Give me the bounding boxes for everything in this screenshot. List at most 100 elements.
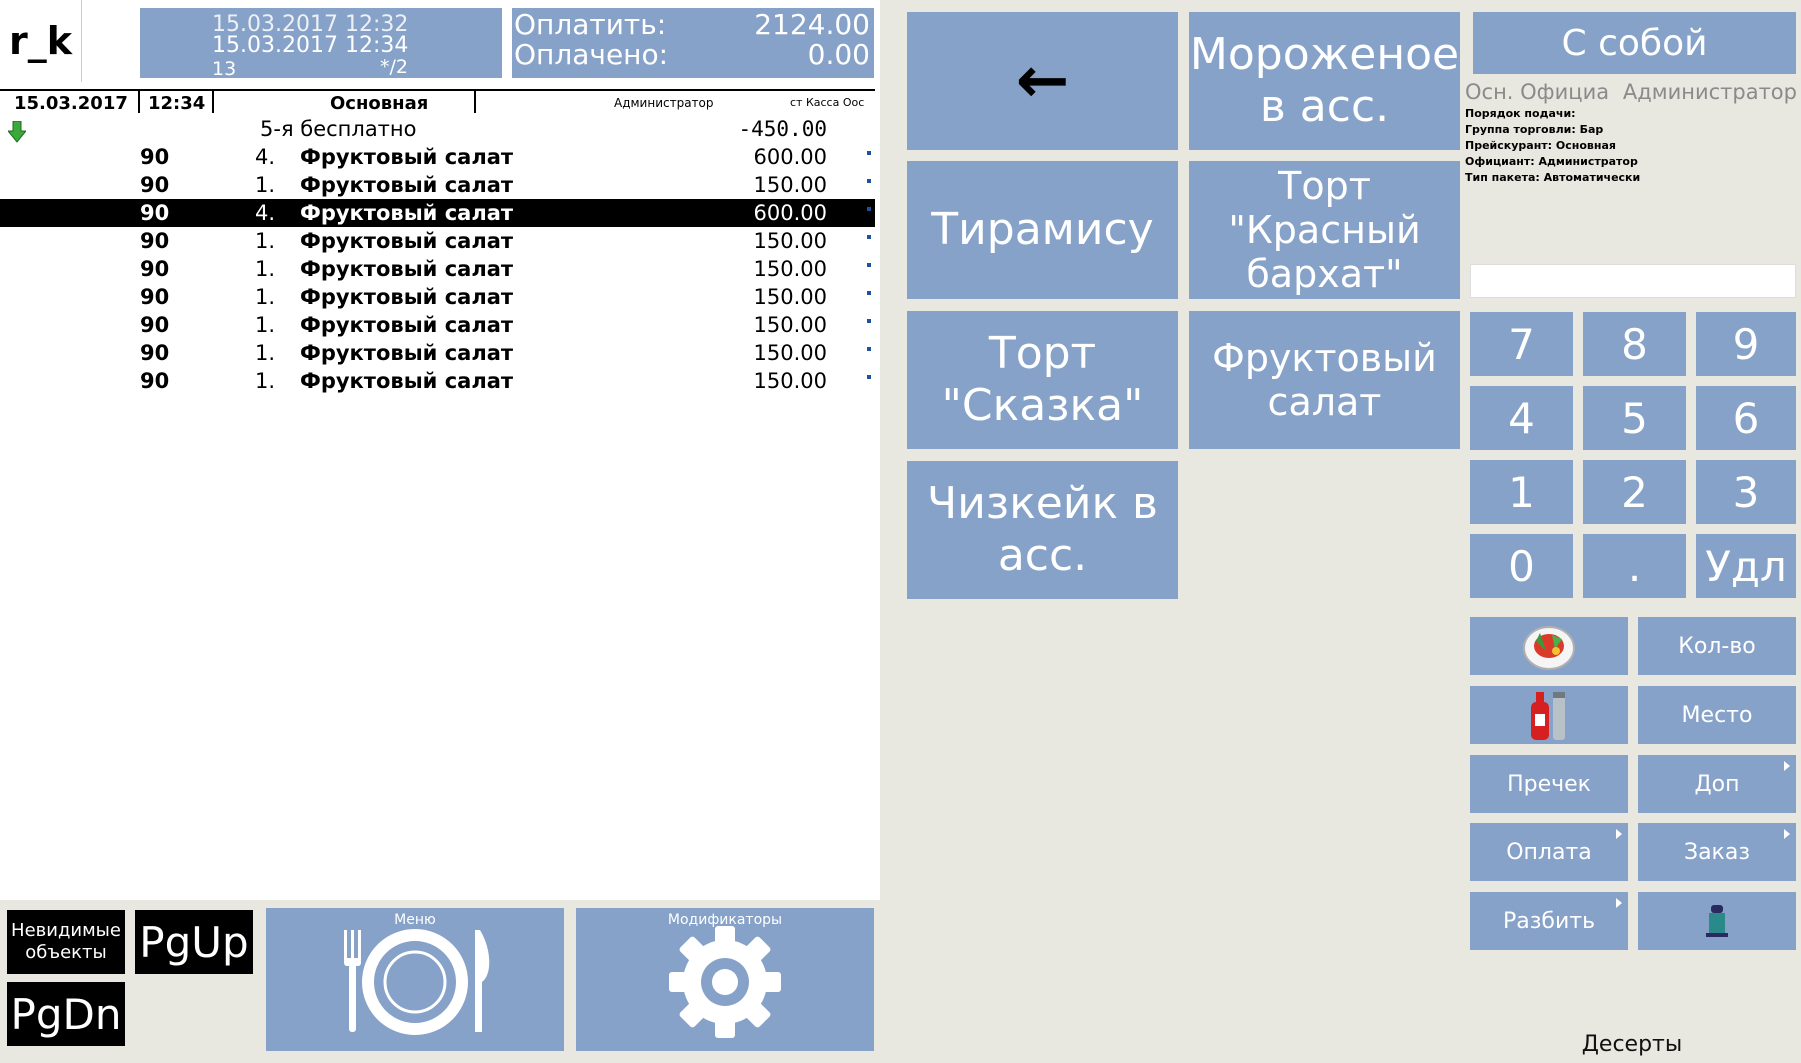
price-list-name: Основная	[330, 93, 429, 114]
discount-row[interactable]: 5-я бесплатно -450.00	[0, 115, 875, 143]
dish-cheesecake-button[interactable]: Чизкейк в асс.	[907, 461, 1178, 599]
order-item-row[interactable]: 90 4. Фруктовый салат 600.00	[0, 199, 875, 227]
order-item-qty: 1.	[255, 229, 276, 253]
order-item-name: Фруктовый салат	[300, 229, 514, 253]
order-item-row[interactable]: 90 1. Фруктовый салат 150.00	[0, 339, 875, 367]
order-item-name: Фруктовый салат	[300, 257, 514, 281]
row-marker-icon	[867, 207, 871, 211]
key-9-button[interactable]: 9	[1696, 312, 1796, 376]
ketchup-bottle-icon	[1531, 692, 1565, 740]
numeric-entry-field[interactable]	[1470, 264, 1796, 298]
order-item-price: 150.00	[753, 313, 827, 337]
split-button[interactable]: Разбить	[1470, 892, 1628, 950]
back-button[interactable]: ←	[907, 12, 1178, 150]
order-item-row[interactable]: 90 4. Фруктовый салат 600.00	[0, 143, 875, 171]
app-logo: r_k	[0, 0, 82, 82]
payment-summary: Оплатить: 2124.00 Оплачено: 0.00	[512, 8, 874, 78]
pay-value: 2124.00	[754, 8, 870, 41]
seat-button[interactable]: Место	[1638, 686, 1796, 744]
page-down-button[interactable]: PgDn	[7, 982, 125, 1046]
order-item-price: 150.00	[753, 229, 827, 253]
order-item-qty: 4.	[255, 145, 276, 169]
order-item-row[interactable]: 90 1. Фруктовый салат 150.00	[0, 367, 875, 395]
extra-label: Доп	[1694, 771, 1740, 797]
submenu-arrow-icon	[1784, 761, 1790, 771]
menu-button[interactable]: Меню	[266, 908, 564, 1051]
order-item-code: 90	[140, 285, 170, 309]
order-item-row[interactable]: 90 1. Фруктовый салат 150.00	[0, 283, 875, 311]
key-1-button[interactable]: 1	[1470, 460, 1573, 524]
page-up-button[interactable]: PgUp	[135, 910, 253, 974]
table-number: 13	[212, 58, 237, 80]
info-waiter-short: Осн. Официа	[1465, 80, 1610, 104]
order-item-qty: 1.	[255, 285, 276, 309]
precheck-button[interactable]: Пречек	[1470, 755, 1628, 813]
row-marker-icon	[867, 319, 871, 323]
order-item-code: 90	[140, 229, 170, 253]
order-button[interactable]: Заказ	[1638, 823, 1796, 881]
order-item-row[interactable]: 90 1. Фруктовый салат 150.00	[0, 255, 875, 283]
dish-icecream-button[interactable]: Мороженое в асс.	[1189, 12, 1460, 150]
info-line: Прейскурант: Основная	[1465, 139, 1616, 152]
key-7-button[interactable]: 7	[1470, 312, 1573, 376]
key-8-button[interactable]: 8	[1583, 312, 1686, 376]
back-arrow-icon: ←	[1015, 44, 1070, 118]
guest-count: */2	[380, 56, 408, 78]
order-item-price: 150.00	[753, 341, 827, 365]
key-dot-button[interactable]: .	[1583, 534, 1686, 598]
guest-button[interactable]	[1638, 892, 1796, 950]
row-marker-icon	[867, 375, 871, 379]
payment-button[interactable]: Оплата	[1470, 823, 1628, 881]
row-marker-icon	[867, 179, 871, 183]
info-line: Порядок подачи:	[1465, 107, 1576, 120]
header-divider	[138, 91, 140, 113]
dish-skazka-button[interactable]: Торт "Сказка"	[907, 311, 1178, 449]
key-5-button[interactable]: 5	[1583, 386, 1686, 450]
key-6-button[interactable]: 6	[1696, 386, 1796, 450]
extra-button[interactable]: Доп	[1638, 755, 1796, 813]
order-item-price: 150.00	[753, 257, 827, 281]
order-item-code: 90	[140, 201, 170, 225]
key-3-button[interactable]: 3	[1696, 460, 1796, 524]
order-label: Заказ	[1683, 839, 1751, 865]
invisible-objects-button[interactable]: Невидимые объекты	[7, 910, 125, 974]
dish-image-button[interactable]	[1470, 617, 1628, 675]
waiter-name: Администратор	[614, 96, 714, 110]
dish-red-velvet-button[interactable]: Торт "Красный бархат"	[1189, 161, 1460, 299]
order-item-code: 90	[140, 369, 170, 393]
order-info-header: Осн. Официа Администратор	[1463, 80, 1801, 106]
key-2-button[interactable]: 2	[1583, 460, 1686, 524]
order-item-name: Фруктовый салат	[300, 313, 514, 337]
check-current-time: 15.03.2017 12:34	[212, 33, 409, 58]
info-line: Официант: Администратор	[1465, 155, 1638, 168]
takeaway-button[interactable]: С собой	[1473, 12, 1796, 74]
quantity-button[interactable]: Кол-во	[1638, 617, 1796, 675]
row-marker-icon	[867, 151, 871, 155]
station-name: ст Касса Оос	[790, 96, 865, 109]
discount-price: -450.00	[738, 117, 827, 141]
order-item-name: Фруктовый салат	[300, 285, 514, 309]
order-item-code: 90	[140, 145, 170, 169]
order-item-qty: 1.	[255, 369, 276, 393]
paid-label: Оплачено:	[514, 38, 669, 71]
key-0-button[interactable]: 0	[1470, 534, 1573, 598]
order-item-price: 600.00	[753, 145, 827, 169]
order-item-code: 90	[140, 313, 170, 337]
modifiers-button[interactable]: Модификаторы	[576, 908, 874, 1051]
key-4-button[interactable]: 4	[1470, 386, 1573, 450]
dish-fruit-salad-button[interactable]: Фруктовый салат	[1189, 311, 1460, 449]
person-icon	[1706, 905, 1728, 937]
key-delete-button[interactable]: Удл	[1696, 534, 1796, 598]
menu-label: Меню	[394, 912, 436, 928]
gear-icon	[669, 925, 781, 1038]
header-divider	[212, 91, 214, 113]
condiments-button[interactable]	[1470, 686, 1628, 744]
paid-row: Оплачено: 0.00	[512, 40, 874, 70]
order-item-row[interactable]: 90 1. Фруктовый салат 150.00	[0, 311, 875, 339]
order-item-row[interactable]: 90 1. Фруктовый салат 150.00	[0, 227, 875, 255]
order-item-name: Фруктовый салат	[300, 173, 514, 197]
order-item-row[interactable]: 90 1. Фруктовый салат 150.00	[0, 171, 875, 199]
order-item-price: 600.00	[753, 201, 827, 225]
order-date: 15.03.2017	[14, 93, 128, 114]
dish-tiramisu-button[interactable]: Тирамису	[907, 161, 1178, 299]
